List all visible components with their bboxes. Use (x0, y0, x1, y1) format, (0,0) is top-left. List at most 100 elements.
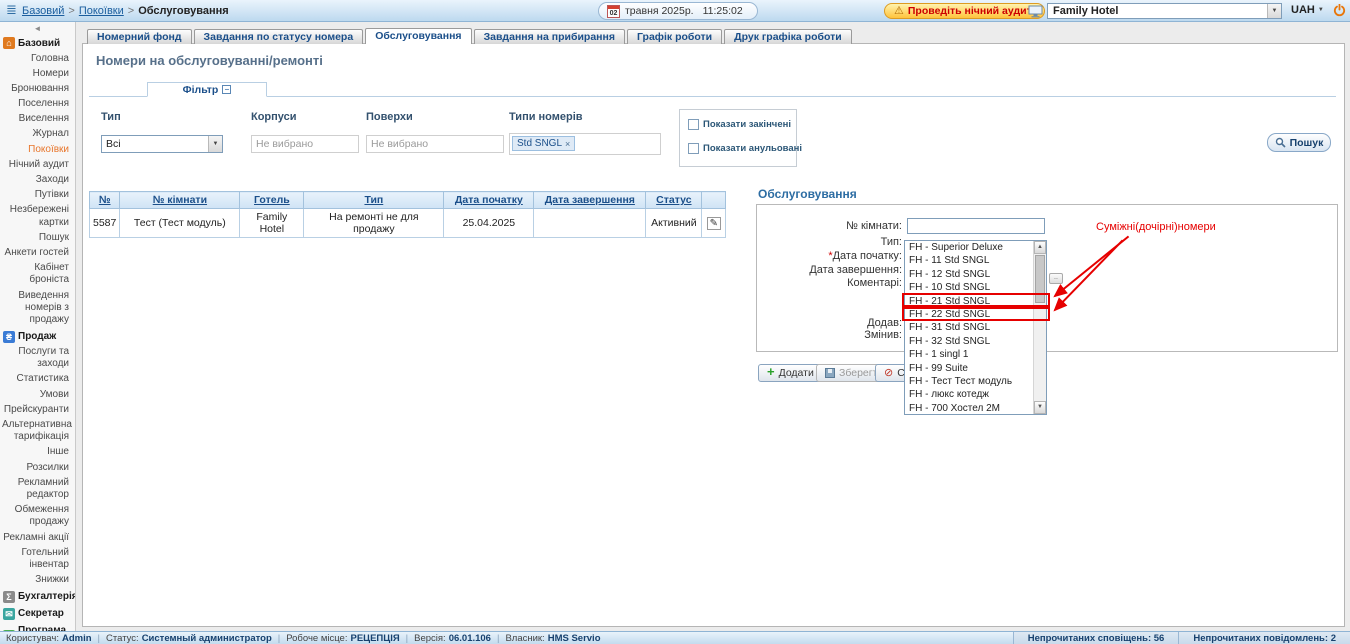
buildings-input[interactable] (251, 135, 359, 153)
floors-input[interactable] (366, 135, 504, 153)
room-number-input[interactable] (907, 218, 1045, 234)
dropdown-item[interactable]: FH - Superior Deluxe (905, 241, 1033, 254)
dropdown-item-highlighted[interactable]: FH - 22 Std SNGL (905, 308, 1033, 321)
sidebar-item-nomery[interactable]: Номери (0, 66, 75, 81)
sidebar-item-ankety-hostei[interactable]: Анкети гостей (0, 245, 75, 260)
room-types-input[interactable]: Std SNGL × (509, 133, 661, 155)
dropdown-item[interactable]: FH - люкс котедж (905, 388, 1033, 401)
scrollbar-down-icon[interactable]: ▼ (1034, 401, 1046, 414)
sidebar-item-poshuk[interactable]: Пошук (0, 230, 75, 245)
tab-hrafik-roboty[interactable]: Графік роботи (627, 29, 722, 44)
sidebar-section-loyalty[interactable]: ★ Програма ло (0, 622, 75, 631)
sidebar-item-nichnyi-audyt[interactable]: Нічний аудит (0, 157, 75, 172)
sidebar-item-posluhy-ta-zakhody[interactable]: Послуги та заходи (0, 345, 75, 372)
sidebar-section-sales[interactable]: ₴ Продаж (0, 328, 75, 345)
sidebar-item-znyzhky[interactable]: Знижки (0, 573, 75, 588)
module-accounting-icon: Σ (3, 591, 15, 603)
hotel-select[interactable]: Family Hotel (1047, 3, 1282, 19)
col-end-label[interactable]: Дата завершення (545, 194, 635, 206)
unread-messages-badge[interactable]: Непрочитаних повідомлень: 2 (1178, 632, 1350, 644)
col-type-label[interactable]: Тип (364, 194, 383, 206)
tab-zavdannya-po-statusu[interactable]: Завдання по статусу номера (194, 29, 364, 44)
buildings-filter-label: Корпуси (251, 111, 297, 123)
filter-header[interactable]: Фільтр − (147, 82, 267, 97)
dropdown-item[interactable]: FH - Тест Тест модуль (905, 375, 1033, 388)
col-hotel-label[interactable]: Готель (254, 194, 290, 206)
date-picker-button[interactable]: .. (1049, 273, 1063, 284)
sidebar-item-alternatyvna-taryfikatsiya[interactable]: Альтернативна тарифікація (0, 418, 75, 445)
sidebar-item-inshe[interactable]: Інше (0, 445, 75, 460)
sidebar-item-holovna[interactable]: Головна (0, 51, 75, 66)
filter-collapse-icon[interactable]: − (222, 85, 231, 94)
page-title: Номери на обслуговуванні/ремонті (96, 53, 323, 68)
sidebar-item-statystyka[interactable]: Статистика (0, 372, 75, 387)
breadcrumb-section[interactable]: Покоївки (79, 5, 124, 17)
show-cancelled-checkbox[interactable] (688, 143, 699, 154)
sidebar-section-basic[interactable]: ⌂ Базовий (0, 34, 75, 51)
dropdown-item[interactable]: FH - 32 Std SNGL (905, 335, 1033, 348)
edit-icon[interactable] (707, 217, 721, 230)
sidebar-section-accounting[interactable]: Σ Бухгалтерія (0, 588, 75, 605)
sidebar-item-rozsylky[interactable]: Розсилки (0, 460, 75, 475)
col-room-label[interactable]: № кімнати (153, 194, 207, 206)
tab-nomernyi-fond[interactable]: Номерний фонд (87, 29, 192, 44)
dropdown-scrollbar[interactable]: ▲ ▼ (1033, 241, 1046, 414)
power-icon[interactable] (1333, 4, 1346, 20)
tab-druk-hrafika[interactable]: Друк графіка роботи (724, 29, 852, 44)
show-finished-checkbox[interactable] (688, 119, 699, 130)
sidebar-item-reklamni-aktsii[interactable]: Рекламні акції (0, 530, 75, 545)
sidebar-item-kabinet-bronista[interactable]: Кабінет броніста (0, 261, 75, 288)
sidebar-item-nezberezheni-kartky[interactable]: Незбережені картки (0, 203, 75, 230)
col-id-label[interactable]: № (99, 194, 111, 206)
col-room[interactable]: № кімнати (120, 192, 240, 209)
tab-obsluhovuvannya[interactable]: Обслуговування (365, 28, 471, 44)
sidebar-item-zakhody[interactable]: Заходи (0, 173, 75, 188)
sidebar-collapse-button[interactable]: ◄ (0, 22, 75, 34)
sidebar-item-hotelnyi-inventar[interactable]: Готельний інвентар (0, 545, 75, 572)
tab-zavdannya-na-prybyrannya[interactable]: Завдання на прибирання (474, 29, 625, 44)
currency-select[interactable]: UAH (1291, 4, 1324, 16)
sidebar-item-vyselennya[interactable]: Виселення (0, 112, 75, 127)
dropdown-item[interactable]: FH - 1 singl 1 (905, 348, 1033, 361)
sidebar-item-reklamnyi-redaktor[interactable]: Рекламний редактор (0, 475, 75, 502)
night-audit-warning-button[interactable]: Проведіть нічний аудит! (884, 3, 1045, 19)
col-hotel[interactable]: Готель (240, 192, 304, 209)
col-start-label[interactable]: Дата початку (455, 194, 523, 206)
scrollbar-thumb[interactable] (1035, 255, 1045, 303)
room-dropdown: FH - Superior Deluxe FH - 11 Std SNGL FH… (904, 240, 1047, 415)
dropdown-item[interactable]: FH - 700 Хостел 2М (905, 402, 1033, 415)
col-status[interactable]: Статус (646, 192, 702, 209)
col-id[interactable]: № (90, 192, 120, 209)
col-start[interactable]: Дата початку (444, 192, 534, 209)
col-status-label[interactable]: Статус (656, 194, 691, 206)
tag-remove-icon[interactable]: × (565, 139, 570, 149)
table-row[interactable]: 5587 Тест (Тест модуль) Family Hotel На … (90, 209, 726, 238)
unread-notifications-badge[interactable]: Непрочитаних сповіщень: 56 (1013, 632, 1179, 644)
breadcrumb-home[interactable]: Базовий (22, 5, 64, 17)
type-filter-select[interactable]: Всі (101, 135, 223, 153)
add-button[interactable]: Додати (758, 364, 823, 382)
show-cancelled-label: Показати анульовані (703, 143, 802, 154)
dropdown-item-highlighted[interactable]: FH - 21 Std SNGL (905, 295, 1033, 308)
dropdown-item[interactable]: FH - 10 Std SNGL (905, 281, 1033, 294)
sidebar-item-obmezhennya-prodazhu[interactable]: Обмеження продажу (0, 503, 75, 530)
dropdown-item[interactable]: FH - 12 Std SNGL (905, 268, 1033, 281)
col-end[interactable]: Дата завершення (534, 192, 646, 209)
sidebar-item-pokoivky[interactable]: Покоївки (0, 142, 75, 157)
workstation-icon[interactable] (1028, 5, 1043, 21)
dropdown-item[interactable]: FH - 99 Suite (905, 362, 1033, 375)
scrollbar-up-icon[interactable]: ▲ (1034, 241, 1046, 254)
sidebar-item-bronyuvannya[interactable]: Бронювання (0, 81, 75, 96)
dropdown-item[interactable]: FH - 11 Std SNGL (905, 254, 1033, 267)
sidebar-item-umovy[interactable]: Умови (0, 387, 75, 402)
col-type[interactable]: Тип (304, 192, 444, 209)
search-button[interactable]: Пошук (1267, 133, 1331, 152)
sidebar-section-secretary[interactable]: ✉ Секретар (0, 605, 75, 622)
sidebar-item-preiskuranty[interactable]: Прейскуранти (0, 402, 75, 417)
sidebar-item-poselennya[interactable]: Поселення (0, 97, 75, 112)
sidebar-item-zhurnal[interactable]: Журнал (0, 127, 75, 142)
menu-icon[interactable]: ≣ (6, 3, 17, 17)
sidebar-item-putivky[interactable]: Путівки (0, 188, 75, 203)
sidebar-item-vyvedennya-nomeriv[interactable]: Виведення номерів з продажу (0, 288, 75, 328)
dropdown-item[interactable]: FH - 31 Std SNGL (905, 321, 1033, 334)
